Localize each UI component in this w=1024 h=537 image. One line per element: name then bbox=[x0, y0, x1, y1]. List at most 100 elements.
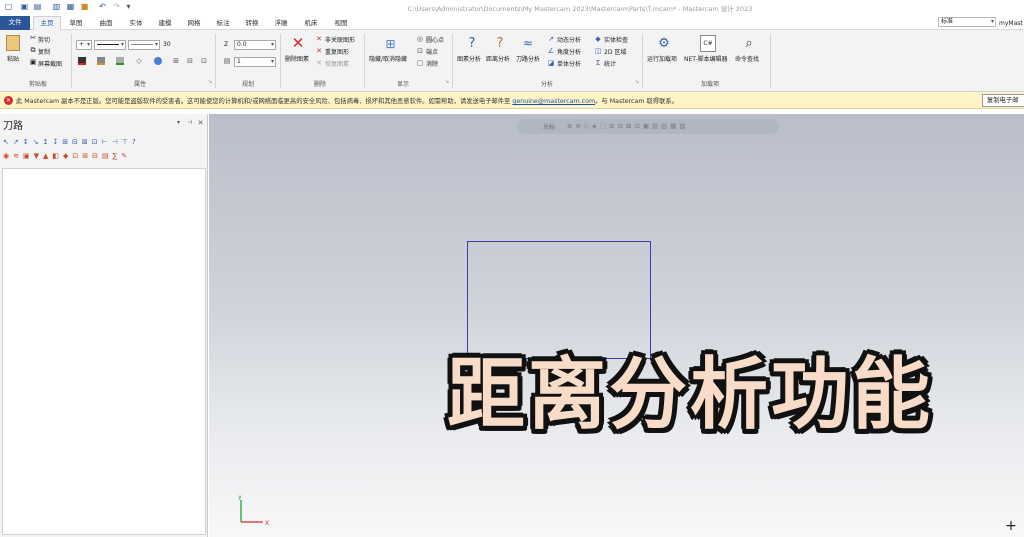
statistics-icon: Σ bbox=[595, 59, 601, 67]
fill-color-icon[interactable] bbox=[97, 57, 105, 65]
group-label-delete: 删除 bbox=[313, 81, 326, 88]
entity-analysis-button[interactable]: 图素分析 bbox=[457, 54, 481, 63]
endpoints-button[interactable]: 端点 bbox=[426, 47, 438, 56]
open-icon[interactable]: ▣ bbox=[20, 2, 29, 12]
dynamic-analysis-icon: ↗ bbox=[548, 35, 554, 43]
level-combo[interactable]: 1 bbox=[234, 57, 276, 67]
tab-solid[interactable]: 实体 bbox=[124, 17, 148, 30]
toolpath-analysis-icon[interactable]: ≈ bbox=[520, 34, 536, 52]
analysis-launcher-icon[interactable]: ↘ bbox=[634, 79, 640, 85]
tab-sketch[interactable]: 草图 bbox=[64, 17, 88, 30]
sphere-icon[interactable] bbox=[154, 57, 162, 65]
folder-icon[interactable]: ■ bbox=[80, 2, 89, 12]
line-width-combo[interactable] bbox=[128, 40, 160, 50]
hide-show-button[interactable]: 隐藏/取消隐藏 bbox=[369, 54, 407, 63]
center-point-button[interactable]: 圆心点 bbox=[426, 35, 444, 44]
tab-surface[interactable]: 曲面 bbox=[94, 17, 118, 30]
line-style-combo[interactable] bbox=[94, 40, 126, 50]
tab-home[interactable]: 主页 bbox=[33, 16, 61, 30]
line-style-icon bbox=[97, 44, 119, 45]
graphics-viewport[interactable]: 光标 ⊕⊗◇◈⬚⊞⊟⊠⊡▣▤▥▦▧ 距离分析功能 Y X + bbox=[209, 114, 1024, 537]
restore-button[interactable]: 恢复图素 bbox=[325, 59, 349, 68]
attribute-reset-icon[interactable]: ⊡ bbox=[200, 57, 208, 65]
divider bbox=[364, 34, 365, 88]
angle-analysis-icon: ∠ bbox=[547, 47, 555, 55]
cursor-label[interactable]: 光标 bbox=[543, 122, 555, 131]
tab-machine[interactable]: 机床 bbox=[299, 17, 323, 30]
statistics-button[interactable]: 统计 bbox=[604, 59, 616, 68]
tab-transform[interactable]: 转换 bbox=[240, 17, 264, 30]
tab-model[interactable]: 建模 bbox=[153, 17, 177, 30]
entity-analysis-icon[interactable]: ? bbox=[464, 34, 480, 52]
angle-analysis-button[interactable]: 角度分析 bbox=[557, 47, 581, 56]
solid-color-icon[interactable] bbox=[116, 57, 124, 65]
screenshot-button[interactable]: 屏幕截图 bbox=[38, 59, 62, 68]
delete-entity-icon[interactable]: ✕ bbox=[290, 34, 306, 52]
group-label-display: 显示 bbox=[396, 81, 409, 88]
tab-view[interactable]: 视图 bbox=[329, 17, 353, 30]
ribbon: 粘贴 剪切 复制 屏幕截图 ✂ ⧉ ▣ 剪贴板 + 30 ◇ ⊞ ⊟ ⊡ 属性 … bbox=[0, 30, 1024, 92]
wireframe-icon[interactable]: ◇ bbox=[135, 57, 143, 65]
net-editor-button[interactable]: NET-脚本编辑器 bbox=[684, 54, 728, 63]
point-style-combo[interactable]: + bbox=[76, 40, 92, 50]
viewport-selection-bar[interactable]: 光标 ⊕⊗◇◈⬚⊞⊟⊠⊡▣▤▥▦▧ bbox=[517, 119, 779, 134]
cut-button[interactable]: 剪切 bbox=[38, 35, 50, 44]
toolpath-analysis-button[interactable]: 刀路分析 bbox=[516, 54, 540, 63]
color-icon[interactable] bbox=[78, 57, 86, 65]
qat-dropdown-icon[interactable]: ▾ bbox=[124, 2, 133, 12]
duplicate-button[interactable]: 重复图形 bbox=[325, 47, 349, 56]
run-addin-icon[interactable]: ⚙ bbox=[656, 35, 672, 52]
paste-button[interactable]: 粘贴 bbox=[7, 54, 19, 63]
display-launcher-icon[interactable]: ↘ bbox=[444, 79, 450, 85]
distance-analysis-icon[interactable]: ? bbox=[492, 34, 508, 52]
z-label: Z bbox=[224, 41, 229, 48]
command-finder-icon[interactable]: ⌕ bbox=[741, 35, 757, 52]
clear-button[interactable]: 消除 bbox=[426, 59, 438, 68]
tab-dimension[interactable]: 标注 bbox=[211, 17, 235, 30]
license-warning-bar: ✕ 此 Mastercam 副本不是正版。您可能是盗版软件的受害者。这可能使您的… bbox=[0, 92, 1024, 109]
z-depth-combo[interactable]: 0.0 bbox=[234, 40, 276, 50]
redo-icon[interactable]: ↷ bbox=[112, 2, 121, 12]
warning-message: 此 Mastercam 副本不是正版。您可能是盗版软件的受害者。这可能使您的计算… bbox=[16, 96, 678, 105]
command-finder-button[interactable]: 命令查找 bbox=[735, 54, 759, 63]
save-as-icon[interactable]: ▦ bbox=[66, 2, 75, 12]
close-icon[interactable]: ✕ bbox=[197, 119, 204, 127]
zone-2d-button[interactable]: 2D 区域 bbox=[604, 47, 626, 56]
user-name[interactable]: myMast bbox=[999, 20, 1023, 27]
endpoints-icon: ⊡ bbox=[417, 47, 423, 55]
tab-relief[interactable]: 浮雕 bbox=[269, 17, 293, 30]
solid-check-button[interactable]: 实体检查 bbox=[604, 35, 628, 44]
net-editor-icon[interactable]: C# bbox=[700, 35, 716, 52]
tab-file[interactable]: 文件 bbox=[0, 16, 30, 30]
delete-entity-button[interactable]: 删除图素 bbox=[285, 54, 309, 63]
copy-button[interactable]: 复制 bbox=[38, 47, 50, 56]
print-icon[interactable]: ▥ bbox=[52, 2, 61, 12]
tab-mesh[interactable]: 网格 bbox=[182, 17, 206, 30]
attributes-launcher-icon[interactable]: ↘ bbox=[207, 79, 213, 85]
save-icon[interactable]: ▤ bbox=[33, 2, 42, 12]
panel-toolbar-row-1: ↖↗↕↘↥↧⊞⊟⊠⊡⊢⊣⊤? bbox=[3, 138, 140, 146]
layout-combo[interactable]: 标准 bbox=[938, 17, 996, 27]
toolpath-list[interactable] bbox=[2, 168, 206, 535]
distance-analysis-button[interactable]: 距离分析 bbox=[486, 54, 510, 63]
run-addin-button[interactable]: 运行加载项 bbox=[647, 54, 677, 63]
attribute-icon[interactable]: ⊞ bbox=[172, 57, 180, 65]
attribute-sync-icon[interactable]: ⊟ bbox=[186, 57, 194, 65]
window-title: C:\Users\Administrator\Documents\My Mast… bbox=[407, 5, 753, 13]
ribbon-tabs: 文件 主页 草图 曲面 实体 建模 网格 标注 转换 浮雕 机床 视图 标准 m… bbox=[0, 16, 1024, 30]
copy-email-button[interactable]: 复制电子邮 bbox=[982, 94, 1024, 107]
support-email-link[interactable]: genuine@mastercam.com bbox=[512, 98, 595, 105]
single-body-button[interactable]: 单体分析 bbox=[557, 59, 581, 68]
new-file-icon[interactable]: ▢ bbox=[4, 2, 13, 12]
line-width-value: 30 bbox=[163, 41, 171, 48]
dynamic-analysis-button[interactable]: 动态分析 bbox=[557, 35, 581, 44]
duplicate-icon: ✕ bbox=[316, 47, 322, 55]
warning-text-tail: 。与 Mastercam 取得联系。 bbox=[595, 98, 678, 105]
pin-icon[interactable]: ⊣ bbox=[186, 119, 193, 126]
undo-icon[interactable]: ↶ bbox=[98, 2, 107, 12]
panel-menu-icon[interactable]: ▾ bbox=[175, 119, 182, 126]
paste-icon[interactable] bbox=[6, 35, 20, 51]
selection-icons[interactable]: ⊕⊗◇◈⬚⊞⊟⊠⊡▣▤▥▦▧ bbox=[567, 122, 689, 130]
non-associative-button[interactable]: 非关联图形 bbox=[325, 35, 355, 44]
hide-show-icon[interactable]: ⊞ bbox=[383, 36, 398, 51]
